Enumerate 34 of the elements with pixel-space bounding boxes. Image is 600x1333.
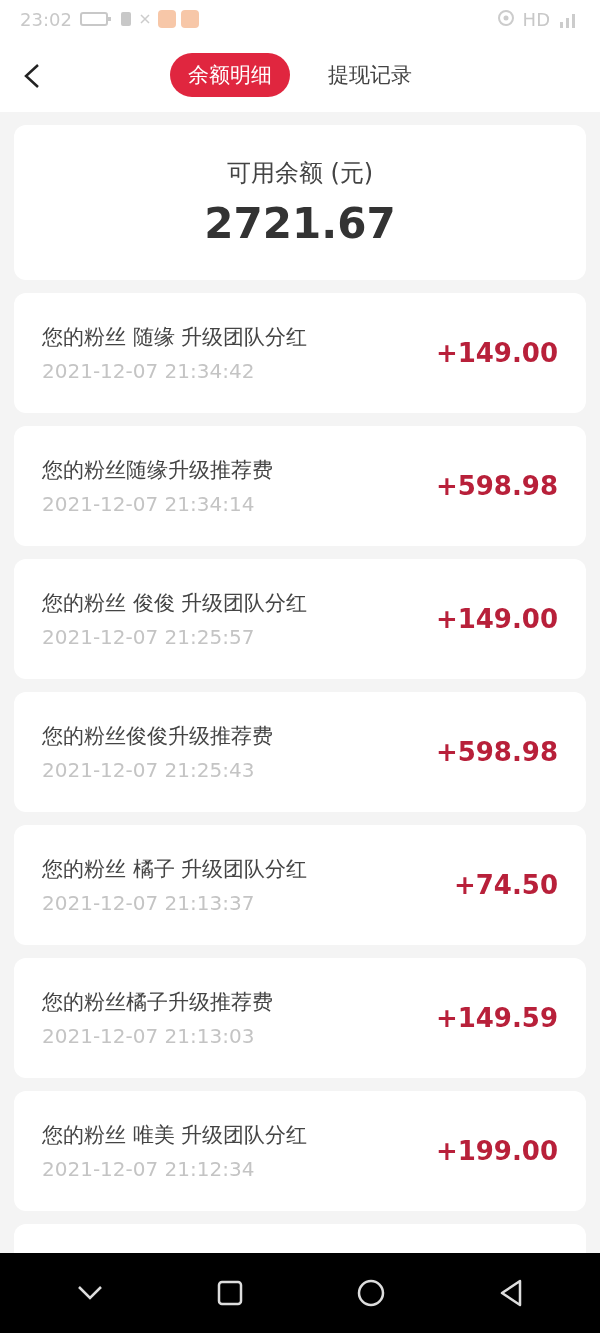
- record-title: 您的粉丝随缘升级推荐费: [42, 457, 274, 484]
- record-time: 2021-12-07 21:34:42: [42, 359, 256, 383]
- tab[interactable]: 余额明细: [170, 53, 290, 97]
- record-amount: +149.59: [435, 1003, 558, 1033]
- record-amount: +149.00: [435, 338, 558, 368]
- record-time: 2021-12-07 21:13:37: [42, 891, 256, 915]
- record-amount: +74.50: [453, 870, 558, 900]
- record-amount: +598.98: [435, 471, 558, 501]
- back-icon[interactable]: [499, 1279, 523, 1307]
- recents-icon[interactable]: [217, 1280, 243, 1306]
- battery-icon: [79, 11, 112, 27]
- record-time: 2021-12-07 21:25:43: [42, 758, 256, 782]
- record-title: 您的粉丝 橘子 升级团队分红: [42, 856, 309, 883]
- record-amount: +149.00: [435, 604, 558, 634]
- record-amount: +598.98: [435, 737, 558, 767]
- location-icon: [496, 9, 515, 29]
- sim-icon: [119, 11, 132, 27]
- record-amount: +199.00: [435, 1136, 558, 1166]
- balance-amount: 2721.67: [204, 199, 396, 248]
- balance-label: 可用余额 (元): [226, 158, 374, 189]
- record-time: 2021-12-07 21:34:14: [42, 492, 256, 516]
- home-icon[interactable]: [357, 1279, 385, 1307]
- record-time: 2021-12-07 21:12:34: [42, 1157, 256, 1181]
- app-icons: [157, 10, 200, 28]
- record-title: 您的粉丝 俊俊 升级团队分红: [42, 590, 309, 617]
- tab[interactable]: 提现记录: [310, 53, 430, 97]
- record-title: 您的粉丝 唯美 升级团队分红: [42, 1122, 309, 1149]
- record-title: 您的粉丝俊俊升级推荐费: [42, 723, 274, 750]
- chevron-down-icon[interactable]: [77, 1285, 103, 1301]
- record-time: 2021-12-07 21:13:03: [42, 1024, 256, 1048]
- close-icon: [139, 14, 150, 24]
- record-title: 您的粉丝橘子升级推荐费: [42, 989, 274, 1016]
- record-title: 您的粉丝 随缘 升级团队分红: [42, 324, 309, 351]
- record-time: 2021-12-07 21:25:57: [42, 625, 256, 649]
